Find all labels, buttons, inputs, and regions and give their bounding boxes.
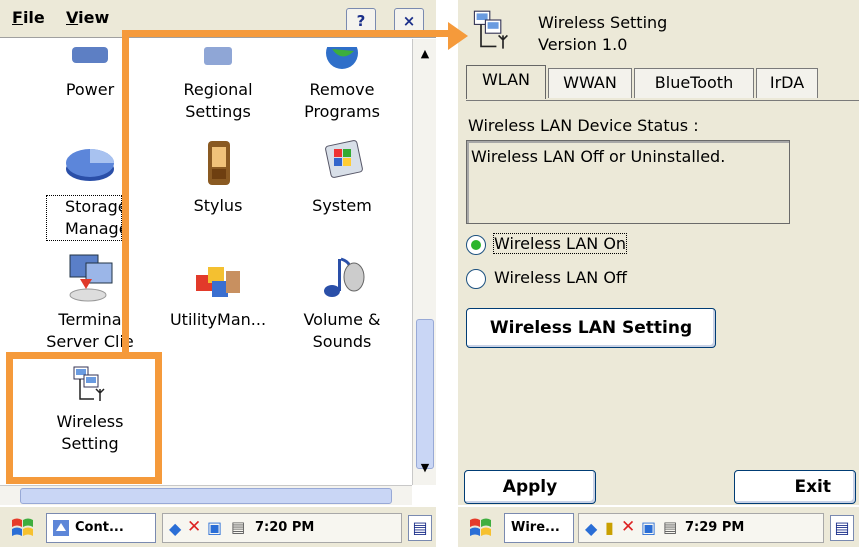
- cp-item-utility-manager[interactable]: UtilityMan...: [158, 253, 278, 331]
- utility-manager-icon: [196, 267, 240, 297]
- terminal-server-client-icon: [69, 254, 113, 302]
- annotation-arrow-head-icon: [448, 22, 468, 50]
- cp-label: Termina: [58, 310, 122, 329]
- wireless-lan-setting-button[interactable]: Wireless LAN Setting: [466, 308, 716, 348]
- power-icon: [72, 47, 108, 63]
- keyboard-icon[interactable]: ▤: [231, 518, 245, 536]
- cp-label: Regional: [183, 80, 253, 99]
- cp-label-line: Storage: [65, 197, 128, 216]
- radio-checked-icon[interactable]: [466, 235, 486, 255]
- tab-wlan[interactable]: WLAN: [466, 65, 546, 99]
- scroll-thumb[interactable]: [416, 319, 434, 469]
- app-title-block: Wireless Setting Version 1.0: [538, 12, 667, 56]
- radio-on-label[interactable]: Wireless LAN On: [492, 233, 628, 254]
- volume-sounds-icon: [324, 257, 365, 297]
- cp-label: System: [312, 196, 372, 215]
- cp-item-terminal-server-client[interactable]: Termina Server Clie: [30, 253, 150, 353]
- status-textbox: Wireless LAN Off or Uninstalled.: [466, 140, 790, 224]
- taskbar-clock[interactable]: 7:20 PM: [255, 520, 314, 535]
- control-panel-screen: File View ? × Power Regional Settings Re…: [0, 0, 436, 547]
- menu-view[interactable]: View: [66, 8, 109, 27]
- regional-settings-icon: [204, 47, 232, 65]
- input-panel-icon[interactable]: ▤: [408, 515, 432, 541]
- cp-label: Storage Manage: [46, 195, 129, 241]
- taskbar: Wire... ◆ ▮ ✕ ▣ ▤ 7:29 PM ▤: [458, 505, 859, 547]
- control-panel-icon: [53, 520, 69, 536]
- apply-button[interactable]: Apply: [464, 470, 596, 504]
- wireless-setting-app-icon: [473, 10, 508, 49]
- tab-irda[interactable]: IrDA: [756, 68, 818, 98]
- cp-item-power[interactable]: Power: [30, 47, 150, 101]
- cp-label: Stylus: [193, 196, 243, 215]
- cp-label: Volume &: [303, 310, 381, 329]
- radio-off-label[interactable]: Wireless LAN Off: [494, 268, 627, 287]
- remove-programs-icon: [326, 37, 358, 69]
- highlight-box: [6, 352, 162, 484]
- app-version: Version 1.0: [538, 35, 628, 54]
- storage-manager-icon: [66, 149, 114, 181]
- cp-label: UtilityMan...: [169, 310, 267, 329]
- keyboard-icon[interactable]: ▤: [663, 518, 677, 536]
- wireless-setting-screen: Wireless Setting Version 1.0 WLAN WWAN B…: [458, 0, 859, 547]
- annotation-arrow-vertical: [122, 30, 129, 354]
- horizontal-scrollbar[interactable]: [0, 485, 412, 505]
- battery-icon[interactable]: ▮: [605, 518, 614, 537]
- scroll-up-arrow-icon[interactable]: ▲: [416, 45, 434, 63]
- start-flag-icon[interactable]: [10, 516, 36, 540]
- system-tray: ◆ ▮ ✕ ▣ ▤ 7:29 PM: [578, 513, 824, 543]
- exit-button[interactable]: Exit: [734, 470, 856, 504]
- stylus-icon: [208, 141, 230, 185]
- radio-unchecked-icon[interactable]: [466, 269, 486, 289]
- cp-item-regional-settings[interactable]: Regional Settings: [158, 47, 278, 123]
- cp-label: Sounds: [312, 332, 372, 351]
- disconnected-icon[interactable]: ✕: [187, 517, 201, 537]
- disconnected-icon[interactable]: ✕: [621, 517, 635, 537]
- annotation-arrow-horizontal: [122, 30, 452, 37]
- cp-item-system[interactable]: System: [282, 139, 402, 217]
- taskbar: Cont... ◆ ✕ ▣ ▤ 7:20 PM ▤: [0, 505, 436, 547]
- app-title: Wireless Setting: [538, 13, 668, 32]
- status-label: Wireless LAN Device Status :: [468, 116, 699, 135]
- device-icon[interactable]: ▣: [207, 518, 222, 537]
- start-flag-icon[interactable]: [468, 516, 494, 540]
- taskbar-clock[interactable]: 7:29 PM: [685, 520, 744, 535]
- menu-file[interactable]: File: [12, 8, 45, 27]
- tab-bluetooth[interactable]: BlueTooth: [634, 68, 754, 98]
- network-icon[interactable]: ◆: [585, 519, 597, 538]
- cp-label: Settings: [185, 102, 251, 121]
- cp-item-remove-programs[interactable]: Remove Programs: [282, 37, 402, 123]
- hscroll-thumb[interactable]: [20, 488, 392, 504]
- system-tray: ◆ ✕ ▣ ▤ 7:20 PM: [162, 513, 402, 543]
- tab-panel-border: [466, 100, 859, 101]
- tab-wwan[interactable]: WWAN: [548, 68, 632, 98]
- radio-wireless-off[interactable]: Wireless LAN Off: [466, 266, 726, 292]
- cp-item-volume-sounds[interactable]: Volume & Sounds: [282, 253, 402, 353]
- system-icon: [325, 140, 363, 178]
- cp-label-line: Manage: [65, 219, 129, 238]
- cp-label: Power: [65, 80, 115, 99]
- cp-label: Programs: [304, 102, 380, 121]
- cp-item-storage-manager[interactable]: Storage Manage: [30, 139, 150, 241]
- cp-item-stylus[interactable]: Stylus: [158, 139, 278, 217]
- input-panel-icon[interactable]: ▤: [830, 515, 854, 541]
- network-icon[interactable]: ◆: [169, 519, 181, 538]
- taskbar-task-wireless[interactable]: Wire...: [504, 513, 574, 543]
- vertical-scrollbar[interactable]: ▲ ▼: [412, 39, 436, 485]
- cp-label: Remove: [309, 80, 375, 99]
- cp-label: Server Clie: [46, 332, 134, 351]
- scroll-down-arrow-icon[interactable]: ▼: [416, 459, 434, 477]
- device-icon[interactable]: ▣: [641, 518, 656, 537]
- radio-wireless-on[interactable]: Wireless LAN On: [466, 232, 726, 258]
